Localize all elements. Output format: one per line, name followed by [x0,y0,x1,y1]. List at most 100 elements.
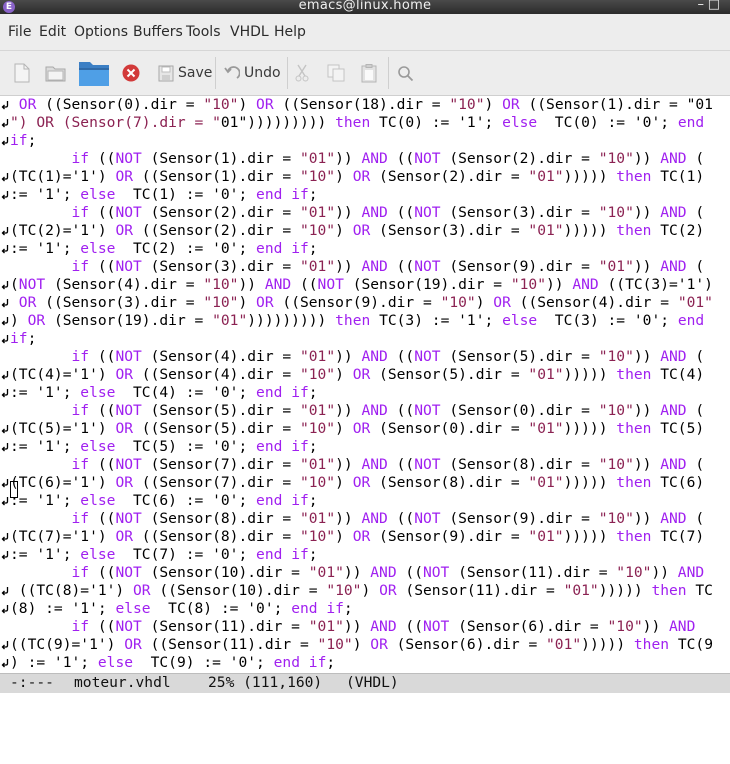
continuation-arrow-icon [1,227,9,236]
code-line-text: OR ((Sensor(3).dir = "10") OR ((Sensor(9… [18,294,713,311]
code-line-text: := '1'; else TC(5) := '0'; end if; [10,438,318,455]
menu-vhdl[interactable]: VHDL [230,24,269,40]
open-file-button[interactable] [45,51,67,95]
code-line-text: (TC(4)='1') OR ((Sensor(4).dir = "10") O… [10,366,705,383]
code-line-text: (TC(2)='1') OR ((Sensor(2).dir = "10") O… [10,222,705,239]
code-line-text: := '1'; else TC(6) := '0'; end if; [10,492,318,509]
continuation-arrow-icon [1,137,9,146]
continuation-arrow-icon [1,587,9,596]
continuation-arrow-icon [1,443,9,452]
open-file-icon [45,66,66,82]
continuation-arrow-icon [1,191,9,200]
copy-icon [327,64,345,82]
menu-options[interactable]: Options [74,24,128,40]
code-line-text: ((TC(9)='1') OR ((Sensor(11).dir = "10")… [10,636,713,653]
window-titlebar: E emacs@linux.home – □ [0,0,730,14]
continuation-arrow-icon [1,101,9,110]
continuation-arrow-icon [1,371,9,380]
undo-button[interactable]: Undo [224,51,281,95]
continuation-arrow-icon [1,479,9,488]
continuation-arrow-icon [1,245,9,254]
continuation-arrow-icon [1,659,9,668]
menu-buffers[interactable]: Buffers [133,24,183,40]
code-line-text: ") OR (Sensor(7).dir = "01"))))))))) the… [10,114,705,131]
code-line-text: if ((NOT (Sensor(1).dir = "01")) AND ((N… [71,150,705,167]
continuation-arrow-icon [1,605,9,614]
toolbar-separator [215,57,216,89]
code-line-text: (TC(7)='1') OR ((Sensor(8).dir = "10") O… [10,528,705,545]
maximize-window-icon[interactable]: □ [708,0,720,11]
cut-icon [295,64,309,82]
save-icon [158,65,174,81]
code-line-text: (TC(6)='1') OR ((Sensor(7).dir = "10") O… [10,474,705,491]
continuation-arrow-icon [1,317,9,326]
code-line-text: (8) := '1'; else TC(8) := '0'; end if; [10,600,353,617]
continuation-arrow-icon [1,497,9,506]
menu-tools[interactable]: Tools [186,24,221,40]
code-line-text: ((TC(8)='1') OR ((Sensor(10).dir = "10")… [10,582,713,599]
open-directory-icon [79,62,109,86]
search-icon [398,65,414,81]
text-cursor [10,481,18,498]
minimize-window-icon[interactable]: – [698,0,705,11]
code-line-text: (NOT (Sensor(4).dir = "10")) AND ((NOT (… [10,276,713,293]
close-buffer-button[interactable] [122,51,140,95]
continuation-arrow-icon [1,335,9,344]
save-button[interactable]: Save [158,51,212,95]
open-directory-button[interactable] [78,51,110,95]
continuation-arrow-icon [1,281,9,290]
menu-bar: File Edit Options Buffers Tools VHDL Hel… [0,14,730,51]
code-line-text: if ((NOT (Sensor(8).dir = "01")) AND ((N… [71,510,705,527]
mode-line: -:--- moteur.vhdl 25% (111,160) (VHDL) [0,673,730,693]
paste-button[interactable] [361,51,377,95]
code-line-text: if ((NOT (Sensor(7).dir = "01")) AND ((N… [71,456,705,473]
editor-buffer[interactable]: OR ((Sensor(0).dir = "10") OR ((Sensor(1… [0,96,730,673]
continuation-arrow-icon [1,299,9,308]
code-line-text: if ((NOT (Sensor(11).dir = "01")) AND ((… [71,618,696,635]
code-line-text: OR ((Sensor(0).dir = "10") OR ((Sensor(1… [18,96,713,113]
code-line-text: ) := '1'; else TC(9) := '0'; end if; [10,654,336,671]
modeline-position: 25% (111,160) [208,674,323,691]
code-line-text: if ((NOT (Sensor(5).dir = "01")) AND ((N… [71,402,705,419]
menu-help[interactable]: Help [274,24,306,40]
modeline-status: -:--- [10,674,54,691]
code-line-text: := '1'; else TC(1) := '0'; end if; [10,186,318,203]
minibuffer[interactable] [0,693,730,700]
modeline-buffer-name: moteur.vhdl [74,674,171,691]
tool-bar: Save Undo [0,51,730,96]
continuation-arrow-icon [1,389,9,398]
code-line-text: if ((NOT (Sensor(4).dir = "01")) AND ((N… [71,348,705,365]
code-line-text: if; [10,132,37,149]
continuation-arrow-icon [1,533,9,542]
continuation-arrow-icon [1,173,9,182]
code-line-text: if ((NOT (Sensor(3).dir = "01")) AND ((N… [71,258,705,275]
menu-edit[interactable]: Edit [39,24,66,40]
undo-icon [224,66,240,79]
code-line-text: (TC(1)='1') OR ((Sensor(1).dir = "10") O… [10,168,705,185]
modeline-major-mode: (VHDL) [346,674,399,691]
paste-icon [361,63,377,82]
menu-file[interactable]: File [8,24,31,40]
cut-button[interactable] [295,51,309,95]
undo-label: Undo [244,65,281,81]
new-file-icon [14,63,30,83]
code-line-text: := '1'; else TC(7) := '0'; end if; [10,546,318,563]
continuation-arrow-icon [1,425,9,434]
new-file-button[interactable] [13,51,31,95]
code-line-text: if ((NOT (Sensor(2).dir = "01")) AND ((N… [71,204,705,221]
continuation-arrow-icon [1,551,9,560]
code-line-text: (TC(5)='1') OR ((Sensor(5).dir = "10") O… [10,420,705,437]
continuation-arrow-icon [1,119,9,128]
copy-button[interactable] [327,51,345,95]
save-label: Save [178,65,213,81]
close-buffer-icon [122,64,140,82]
continuation-arrow-icon [1,641,9,650]
toolbar-separator [388,57,389,89]
code-line-text: := '1'; else TC(2) := '0'; end if; [10,240,318,257]
window-title: emacs@linux.home [298,0,432,13]
code-line-text: if ((NOT (Sensor(10).dir = "01")) AND ((… [71,564,705,581]
code-line-text: ) OR (Sensor(19).dir = "01"))))))))) the… [10,312,705,329]
toolbar-separator [287,57,288,89]
code-line-text: if; [10,330,37,347]
search-button[interactable] [397,51,414,95]
